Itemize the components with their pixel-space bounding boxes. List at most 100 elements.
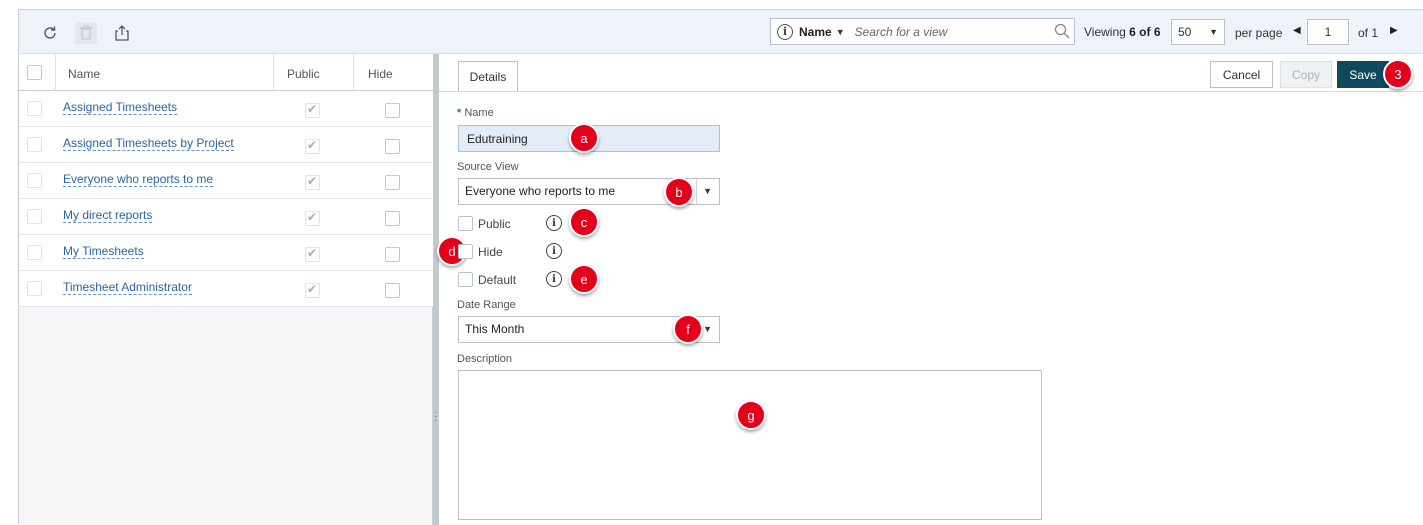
row-select-checkbox[interactable] — [27, 137, 42, 152]
column-header-name[interactable]: Name — [68, 67, 100, 81]
hide-checkbox[interactable] — [385, 283, 400, 298]
annotation-marker-g: g — [736, 400, 766, 430]
row-select-checkbox[interactable] — [27, 281, 42, 296]
search-input[interactable] — [852, 23, 1053, 40]
hide-checkbox[interactable] — [385, 103, 400, 118]
per-page-select[interactable]: 50 ▼ — [1171, 19, 1225, 45]
annotation-marker-b: b — [664, 177, 694, 207]
column-header-public[interactable]: Public — [287, 67, 320, 81]
checkmark-icon: ✔ — [307, 282, 318, 296]
annotation-marker-3: 3 — [1383, 59, 1413, 89]
annotation-marker-e: e — [569, 264, 599, 294]
checkmark-icon: ✔ — [307, 210, 318, 224]
search-icon[interactable] — [1054, 23, 1070, 42]
public-label: Public — [478, 217, 511, 231]
column-divider — [353, 54, 354, 91]
table-row[interactable]: Timesheet Administrator ✔ — [19, 271, 433, 307]
row-select-checkbox[interactable] — [27, 101, 42, 116]
default-label: Default — [478, 273, 517, 287]
public-checkbox[interactable] — [458, 216, 473, 231]
per-page-label: per page — [1235, 26, 1283, 40]
select-divider — [696, 179, 697, 204]
page-number-input[interactable] — [1307, 19, 1349, 45]
default-info-icon[interactable]: i — [546, 271, 562, 287]
description-textarea[interactable] — [458, 370, 1042, 520]
splitter-grip-icon[interactable]: · · · — [434, 408, 437, 426]
viewing-count: Viewing 6 of 6 — [1084, 25, 1161, 39]
checkmark-icon: ✔ — [307, 174, 318, 188]
checkmark-icon: ✔ — [307, 102, 318, 116]
save-button[interactable]: Save — [1337, 61, 1389, 88]
viewing-range: 6 of 6 — [1129, 25, 1161, 39]
table-row[interactable]: Everyone who reports to me ✔ — [19, 163, 433, 199]
hide-checkbox[interactable] — [385, 211, 400, 226]
view-name-link[interactable]: Everyone who reports to me — [63, 172, 214, 187]
caret-down-icon: ▼ — [703, 186, 712, 196]
search-field-selector[interactable]: Name — [799, 25, 832, 39]
column-divider — [273, 54, 274, 91]
export-icon[interactable] — [111, 22, 133, 44]
grid-header: Name Public Hide — [19, 54, 433, 91]
caret-down-icon: ▼ — [703, 324, 712, 334]
details-panel: Details Cancel Copy Save 3 * Name a Sour… — [437, 54, 1423, 525]
public-checkbox[interactable]: ✔ — [305, 174, 320, 190]
row-select-checkbox[interactable] — [27, 245, 42, 260]
hide-checkbox[interactable] — [385, 247, 400, 262]
tab-details[interactable]: Details — [458, 61, 518, 92]
source-view-label: Source View — [457, 161, 519, 173]
public-checkbox[interactable]: ✔ — [305, 246, 320, 262]
public-checkbox[interactable]: ✔ — [305, 210, 320, 226]
views-manager-window: i Name ▼ Viewing 6 of 6 50 ▼ per page ◀ … — [18, 9, 1423, 525]
table-row[interactable]: My direct reports ✔ — [19, 199, 433, 235]
table-row[interactable]: Assigned Timesheets ✔ — [19, 91, 433, 127]
public-checkbox[interactable]: ✔ — [305, 102, 320, 118]
hide-checkbox[interactable] — [458, 244, 473, 259]
date-range-label: Date Range — [457, 299, 516, 311]
checkmark-icon: ✔ — [307, 246, 318, 260]
tab-divider — [439, 91, 1423, 92]
view-name-link[interactable]: Assigned Timesheets by Project — [63, 136, 234, 151]
cancel-button[interactable]: Cancel — [1210, 61, 1273, 88]
select-all-checkbox[interactable] — [27, 65, 42, 80]
row-select-checkbox[interactable] — [27, 173, 42, 188]
table-row[interactable]: Assigned Timesheets by Project ✔ — [19, 127, 433, 163]
view-name-link[interactable]: Timesheet Administrator — [63, 280, 192, 295]
viewing-prefix: Viewing — [1084, 25, 1126, 39]
hide-checkbox[interactable] — [385, 175, 400, 190]
hide-label: Hide — [478, 245, 503, 259]
toolbar: i Name ▼ Viewing 6 of 6 50 ▼ per page ◀ … — [19, 10, 1423, 54]
per-page-value: 50 — [1178, 25, 1192, 39]
date-range-value: This Month — [465, 322, 525, 336]
grid-body: Assigned Timesheets ✔ Assigned Timesheets … — [19, 91, 433, 307]
column-divider — [55, 54, 56, 91]
caret-down-icon[interactable]: ▼ — [836, 27, 845, 37]
row-select-checkbox[interactable] — [27, 209, 42, 224]
annotation-marker-a: a — [569, 123, 599, 153]
refresh-icon[interactable] — [39, 22, 61, 44]
hide-checkbox[interactable] — [385, 139, 400, 154]
delete-icon[interactable] — [75, 22, 97, 44]
default-checkbox[interactable] — [458, 272, 473, 287]
source-view-value: Everyone who reports to me — [465, 184, 616, 198]
public-checkbox[interactable]: ✔ — [305, 282, 320, 298]
view-name-link[interactable]: My Timesheets — [63, 244, 144, 259]
public-checkbox[interactable]: ✔ — [305, 138, 320, 154]
view-name-link[interactable]: My direct reports — [63, 208, 153, 223]
name-label: * Name — [457, 107, 494, 119]
column-header-hide[interactable]: Hide — [368, 67, 393, 81]
hide-info-icon[interactable]: i — [546, 243, 562, 259]
annotation-marker-c: c — [569, 207, 599, 237]
next-page-icon[interactable]: ▶ — [1390, 25, 1398, 36]
views-grid: Name Public Hide Assigned Timesheets ✔ Ass… — [19, 54, 433, 525]
view-name-link[interactable]: Assigned Timesheets — [63, 100, 178, 115]
info-icon[interactable]: i — [777, 23, 793, 40]
copy-button[interactable]: Copy — [1280, 61, 1332, 88]
prev-page-icon[interactable]: ◀ — [1293, 25, 1301, 36]
checkmark-icon: ✔ — [307, 138, 318, 152]
annotation-marker-f: f — [673, 314, 703, 344]
table-row[interactable]: My Timesheets ✔ — [19, 235, 433, 271]
caret-down-icon: ▼ — [1209, 27, 1218, 37]
name-label-text: Name — [464, 107, 494, 119]
public-info-icon[interactable]: i — [546, 215, 562, 231]
view-search-box: i Name ▼ — [770, 18, 1075, 45]
